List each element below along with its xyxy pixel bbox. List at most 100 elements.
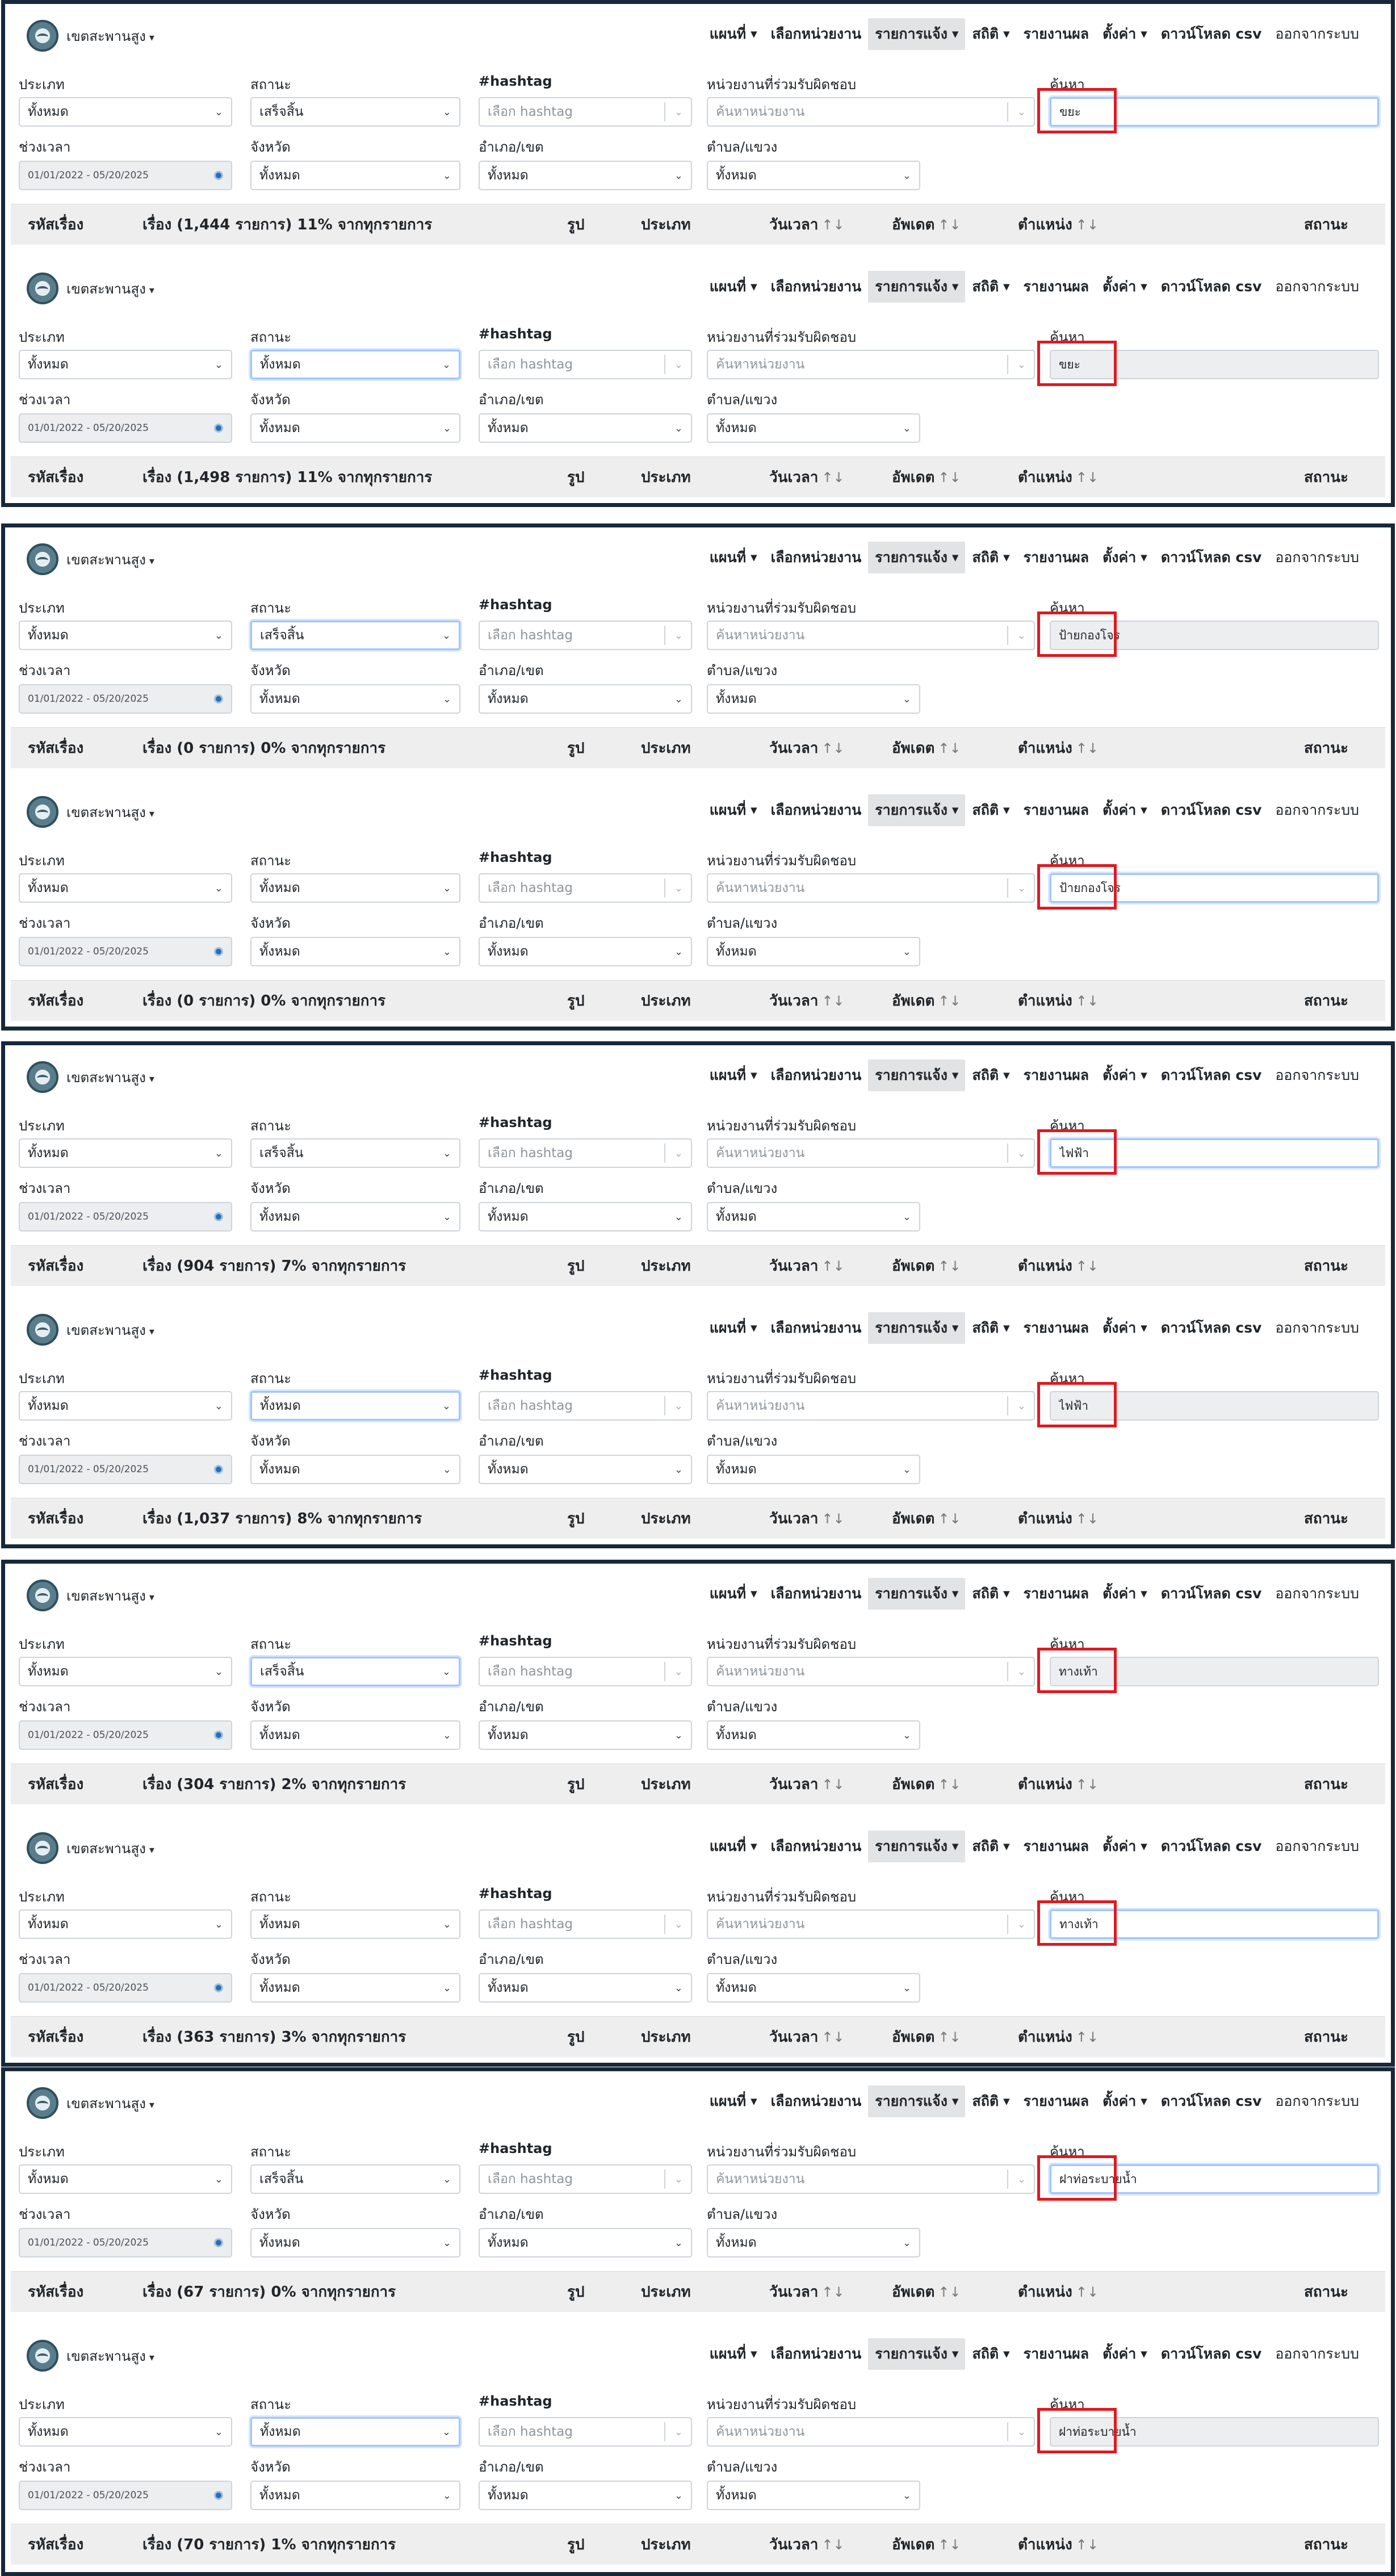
type-select[interactable]: ทั้งหมด ⌄: [19, 1391, 232, 1421]
province-select[interactable]: ทั้งหมด ⌄: [250, 1973, 460, 2003]
agency-select[interactable]: ค้นหาหน่วยงาน ⌄: [707, 873, 1035, 903]
nav-download-csv[interactable]: ดาวน์โหลด csv: [1154, 1578, 1269, 1610]
date-range-input[interactable]: 01/01/2022 - 05/20/2025: [19, 1973, 232, 2003]
brand-dropdown[interactable]: เขตสะพานสูง: [27, 795, 154, 829]
nav-settings[interactable]: ตั้งค่า ▼: [1096, 542, 1154, 573]
nav-download-csv[interactable]: ดาวน์โหลด csv: [1154, 2085, 1269, 2117]
column-updated[interactable]: อัพเดต ↑↓: [892, 2017, 961, 2058]
calendar-icon[interactable]: [214, 1465, 223, 1474]
nav-map[interactable]: แผนที่ ▼: [703, 542, 764, 573]
column-id[interactable]: รหัสเรื่อง: [28, 2272, 83, 2313]
status-select[interactable]: ทั้งหมด ⌄: [250, 2417, 460, 2447]
province-select[interactable]: ทั้งหมด ⌄: [250, 1455, 460, 1484]
nav-results[interactable]: รายงานผล: [1017, 2338, 1096, 2370]
subdistrict-select[interactable]: ทั้งหมด ⌄: [707, 161, 920, 190]
column-updated[interactable]: อัพเดต ↑↓: [892, 204, 961, 245]
column-id[interactable]: รหัสเรื่อง: [28, 981, 83, 1021]
nav-map[interactable]: แผนที่ ▼: [703, 1312, 764, 1344]
nav-reports[interactable]: รายการแจ้ง ▼: [868, 794, 966, 826]
hashtag-select[interactable]: เลือก hashtag ⌄: [479, 350, 692, 379]
nav-reports[interactable]: รายการแจ้ง ▼: [868, 542, 966, 573]
nav-results[interactable]: รายงานผล: [1017, 1312, 1096, 1344]
province-select[interactable]: ทั้งหมด ⌄: [250, 937, 460, 966]
agency-select[interactable]: ค้นหาหน่วยงาน ⌄: [707, 1909, 1035, 1939]
status-select[interactable]: เสร็จสิ้น ⌄: [250, 97, 460, 127]
brand-dropdown[interactable]: เขตสะพานสูง: [27, 19, 154, 53]
hashtag-select[interactable]: เลือก hashtag ⌄: [479, 97, 692, 127]
nav-download-csv[interactable]: ดาวน์โหลด csv: [1154, 542, 1269, 573]
agency-select[interactable]: ค้นหาหน่วยงาน ⌄: [707, 350, 1035, 379]
column-updated[interactable]: อัพเดต ↑↓: [892, 728, 961, 769]
nav-results[interactable]: รายงานผล: [1017, 542, 1096, 573]
nav-logout[interactable]: ออกจากระบบ: [1268, 1831, 1366, 1862]
nav-settings[interactable]: ตั้งค่า ▼: [1096, 1059, 1154, 1091]
column-id[interactable]: รหัสเรื่อง: [28, 2017, 83, 2058]
brand-dropdown[interactable]: เขตสะพานสูง: [27, 2086, 154, 2120]
brand-dropdown[interactable]: เขตสะพานสูง: [27, 271, 154, 305]
type-select[interactable]: ทั้งหมด ⌄: [19, 97, 232, 127]
nav-select-agency[interactable]: เลือกหน่วยงาน: [764, 2338, 869, 2370]
nav-select-agency[interactable]: เลือกหน่วยงาน: [764, 794, 869, 826]
nav-results[interactable]: รายงานผล: [1017, 794, 1096, 826]
date-range-input[interactable]: 01/01/2022 - 05/20/2025: [19, 1202, 232, 1232]
district-select[interactable]: ทั้งหมด ⌄: [479, 684, 692, 714]
type-select[interactable]: ทั้งหมด ⌄: [19, 2164, 232, 2194]
nav-logout[interactable]: ออกจากระบบ: [1268, 794, 1366, 826]
district-select[interactable]: ทั้งหมด ⌄: [479, 1455, 692, 1484]
nav-download-csv[interactable]: ดาวน์โหลด csv: [1154, 1831, 1269, 1862]
subdistrict-select[interactable]: ทั้งหมด ⌄: [707, 2481, 920, 2510]
nav-results[interactable]: รายงานผล: [1017, 271, 1096, 303]
type-select[interactable]: ทั้งหมด ⌄: [19, 350, 232, 379]
nav-reports[interactable]: รายการแจ้ง ▼: [868, 1578, 966, 1610]
date-range-input[interactable]: 01/01/2022 - 05/20/2025: [19, 2228, 232, 2257]
status-select[interactable]: เสร็จสิ้น ⌄: [250, 621, 460, 650]
type-select[interactable]: ทั้งหมด ⌄: [19, 1909, 232, 1939]
column-datetime[interactable]: วันเวลา ↑↓: [769, 457, 845, 498]
hashtag-select[interactable]: เลือก hashtag ⌄: [479, 873, 692, 903]
column-id[interactable]: รหัสเรื่อง: [28, 457, 83, 498]
calendar-icon[interactable]: [214, 1731, 223, 1740]
nav-map[interactable]: แผนที่ ▼: [703, 2085, 764, 2117]
nav-download-csv[interactable]: ดาวน์โหลด csv: [1154, 271, 1269, 303]
nav-statistics[interactable]: สถิติ ▼: [965, 2338, 1016, 2370]
agency-select[interactable]: ค้นหาหน่วยงาน ⌄: [707, 97, 1035, 127]
nav-map[interactable]: แผนที่ ▼: [703, 1831, 764, 1862]
nav-settings[interactable]: ตั้งค่า ▼: [1096, 2085, 1154, 2117]
nav-reports[interactable]: รายการแจ้ง ▼: [868, 1059, 966, 1091]
calendar-icon[interactable]: [214, 947, 223, 956]
nav-statistics[interactable]: สถิติ ▼: [965, 1578, 1016, 1610]
nav-results[interactable]: รายงานผล: [1017, 2085, 1096, 2117]
brand-dropdown[interactable]: เขตสะพานสูง: [27, 2339, 154, 2373]
nav-statistics[interactable]: สถิติ ▼: [965, 1059, 1016, 1091]
nav-map[interactable]: แผนที่ ▼: [703, 2338, 764, 2370]
nav-select-agency[interactable]: เลือกหน่วยงาน: [764, 271, 869, 303]
hashtag-select[interactable]: เลือก hashtag ⌄: [479, 621, 692, 650]
nav-settings[interactable]: ตั้งค่า ▼: [1096, 271, 1154, 303]
calendar-icon[interactable]: [214, 424, 223, 433]
nav-download-csv[interactable]: ดาวน์โหลด csv: [1154, 1312, 1269, 1344]
column-updated[interactable]: อัพเดต ↑↓: [892, 2272, 961, 2313]
nav-settings[interactable]: ตั้งค่า ▼: [1096, 1312, 1154, 1344]
nav-map[interactable]: แผนที่ ▼: [703, 18, 764, 50]
calendar-icon[interactable]: [214, 1983, 223, 1992]
nav-download-csv[interactable]: ดาวน์โหลด csv: [1154, 2338, 1269, 2370]
province-select[interactable]: ทั้งหมด ⌄: [250, 161, 460, 190]
province-select[interactable]: ทั้งหมด ⌄: [250, 2228, 460, 2257]
column-location[interactable]: ตำแหน่ง ↑↓: [1018, 2017, 1099, 2058]
nav-logout[interactable]: ออกจากระบบ: [1268, 542, 1366, 573]
nav-map[interactable]: แผนที่ ▼: [703, 794, 764, 826]
column-id[interactable]: รหัสเรื่อง: [28, 728, 83, 769]
nav-statistics[interactable]: สถิติ ▼: [965, 271, 1016, 303]
column-id[interactable]: รหัสเรื่อง: [28, 1764, 83, 1805]
nav-results[interactable]: รายงานผล: [1017, 18, 1096, 50]
district-select[interactable]: ทั้งหมด ⌄: [479, 937, 692, 966]
province-select[interactable]: ทั้งหมด ⌄: [250, 413, 460, 443]
column-updated[interactable]: อัพเดต ↑↓: [892, 2524, 961, 2565]
nav-settings[interactable]: ตั้งค่า ▼: [1096, 18, 1154, 50]
date-range-input[interactable]: 01/01/2022 - 05/20/2025: [19, 161, 232, 190]
nav-statistics[interactable]: สถิติ ▼: [965, 794, 1016, 826]
column-updated[interactable]: อัพเดต ↑↓: [892, 1246, 961, 1287]
brand-dropdown[interactable]: เขตสะพานสูง: [27, 1831, 154, 1865]
column-location[interactable]: ตำแหน่ง ↑↓: [1018, 457, 1099, 498]
brand-dropdown[interactable]: เขตสะพานสูง: [27, 542, 154, 576]
